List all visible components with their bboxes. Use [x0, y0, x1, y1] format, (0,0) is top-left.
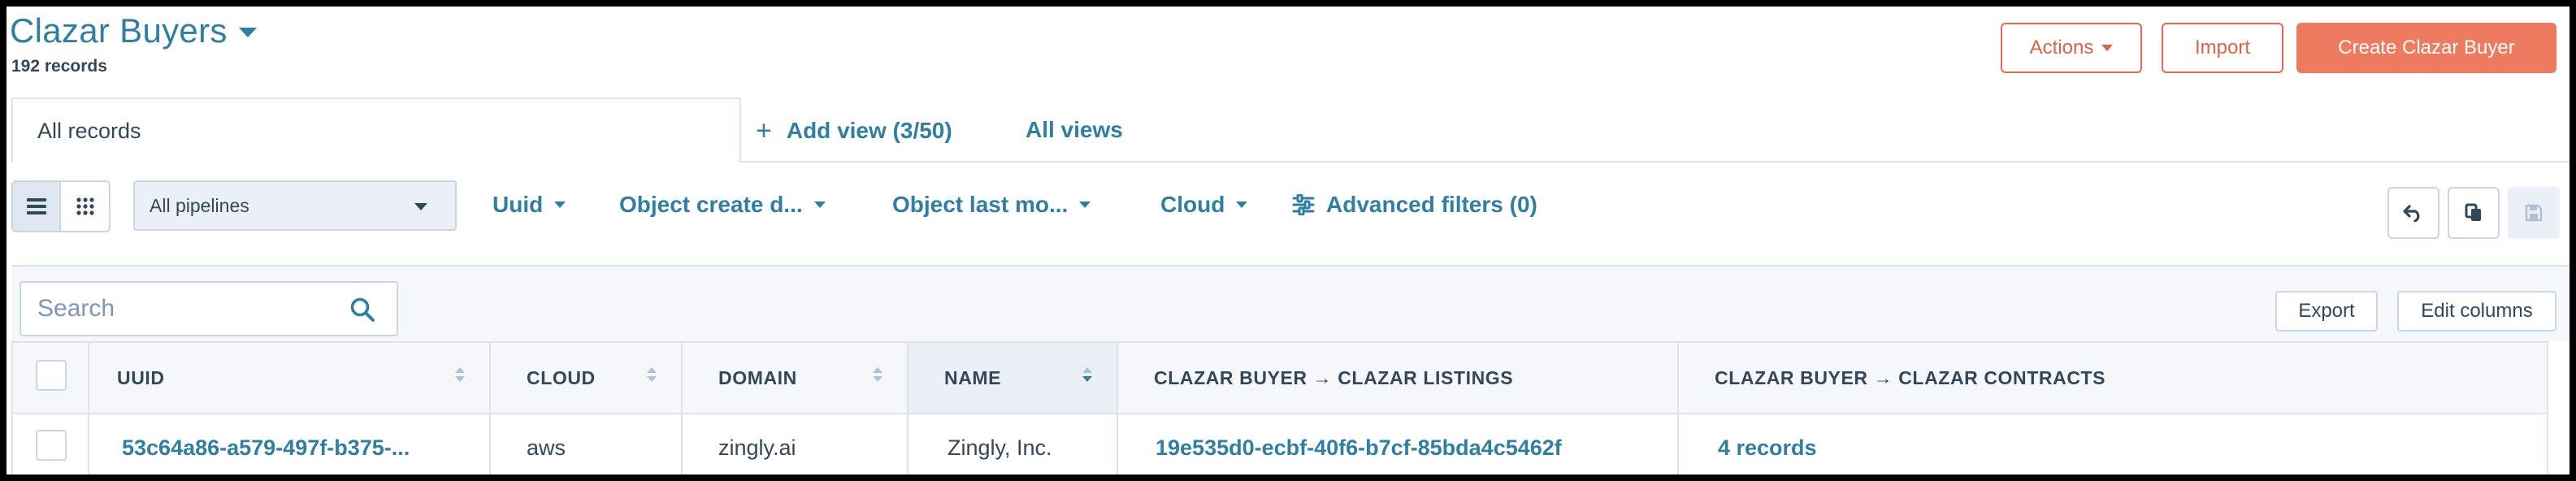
view-toggle [11, 180, 111, 232]
filter-label: Object create d... [619, 192, 803, 217]
row-select-cell [11, 414, 89, 474]
filter-object-last-modified[interactable]: Object last mo... [892, 192, 1091, 218]
column-label: CLAZAR BUYER → CLAZAR CONTRACTS [1715, 366, 2106, 388]
add-view-button[interactable]: + Add view (3/50) [756, 117, 952, 145]
actions-label: Actions [2029, 37, 2094, 58]
plus-icon: + [756, 115, 772, 146]
table-toolbar: Export Edit columns [11, 265, 2569, 341]
column-header-domain[interactable]: DOMAIN [681, 341, 909, 414]
sliders-icon [1292, 194, 1315, 215]
chevron-down-icon [414, 203, 427, 210]
filter-uuid[interactable]: Uuid [492, 192, 566, 218]
sort-icon[interactable] [647, 367, 657, 382]
board-view-button[interactable] [61, 182, 109, 231]
grid-view-icon [76, 197, 94, 215]
column-label: NAME [944, 366, 1002, 388]
chevron-down-icon [554, 202, 566, 208]
records-table: UUID CLOUD DOMAIN NAME CLAZAR BUYER → CL… [11, 341, 2548, 474]
app-window: Clazar Buyers 192 records Actions Import… [7, 6, 2569, 474]
column-header-cloud[interactable]: CLOUD [489, 341, 683, 414]
pipeline-select[interactable]: All pipelines [133, 180, 457, 231]
cell-listings-link[interactable]: 19e535d0-ecbf-40f6-b7cf-85bda4c5462f [1117, 414, 1679, 474]
filter-label: Cloud [1160, 192, 1225, 217]
cell-contracts-link[interactable]: 4 records [1677, 414, 2548, 474]
cell-cloud: aws [489, 414, 683, 474]
column-header-contracts[interactable]: CLAZAR BUYER → CLAZAR CONTRACTS [1677, 341, 2548, 414]
tab-all-records[interactable]: All records [11, 98, 741, 162]
clone-view-button[interactable] [2448, 187, 2500, 239]
advanced-filters-label: Advanced filters (0) [1326, 192, 1537, 217]
filter-label: Object last mo... [892, 192, 1069, 217]
select-all-cell [11, 341, 89, 414]
table-header-row: UUID CLOUD DOMAIN NAME CLAZAR BUYER → CL… [11, 341, 2548, 414]
list-view-icon [26, 198, 46, 214]
row-checkbox[interactable] [36, 430, 67, 461]
import-label: Import [2194, 37, 2250, 58]
undo-button[interactable] [2387, 187, 2439, 239]
save-icon [2525, 204, 2543, 222]
all-views-label: All views [1026, 117, 1123, 142]
create-label: Create Clazar Buyer [2338, 37, 2515, 58]
list-view-button[interactable] [13, 182, 62, 231]
all-views-link[interactable]: All views [1026, 117, 1123, 143]
copy-icon [2465, 203, 2481, 221]
filter-label: Uuid [492, 192, 544, 217]
column-header-listings[interactable]: CLAZAR BUYER → CLAZAR LISTINGS [1117, 341, 1679, 414]
column-label: CLAZAR BUYER → CLAZAR LISTINGS [1154, 366, 1514, 388]
search-icon[interactable] [349, 297, 375, 323]
tab-label: All records [37, 118, 141, 143]
column-header-name[interactable]: NAME [907, 341, 1118, 414]
edit-columns-button[interactable]: Edit columns [2397, 291, 2556, 332]
export-button[interactable]: Export [2275, 291, 2378, 332]
tabs-divider [741, 161, 2569, 162]
table-row: 53c64a86-a579-497f-b375-... aws zingly.a… [11, 414, 2548, 474]
cell-uuid[interactable]: 53c64a86-a579-497f-b375-... [88, 414, 491, 474]
import-button[interactable]: Import [2162, 23, 2283, 73]
column-header-uuid[interactable]: UUID [88, 341, 491, 414]
filter-cloud[interactable]: Cloud [1160, 192, 1248, 218]
add-view-label: Add view (3/50) [786, 118, 952, 143]
undo-icon [2403, 205, 2420, 222]
chevron-down-icon [1236, 202, 1248, 208]
page-title[interactable]: Clazar Buyers [10, 11, 228, 50]
sort-icon[interactable] [873, 367, 883, 382]
pipeline-value: All pipelines [150, 194, 249, 216]
actions-button[interactable]: Actions [2001, 23, 2142, 73]
cell-name: Zingly, Inc. [907, 414, 1118, 474]
edit-columns-label: Edit columns [2421, 300, 2533, 322]
cell-domain: zingly.ai [681, 414, 909, 474]
column-label: DOMAIN [718, 366, 797, 388]
save-view-button[interactable] [2508, 187, 2560, 239]
chevron-down-icon [813, 202, 826, 208]
column-label: CLOUD [527, 366, 596, 388]
column-label: UUID [117, 366, 165, 388]
sort-descending-icon[interactable] [1082, 367, 1092, 382]
sort-icon[interactable] [455, 367, 465, 382]
advanced-filters-button[interactable]: Advanced filters (0) [1292, 192, 1537, 218]
chevron-down-icon [1079, 202, 1091, 208]
filter-object-create-date[interactable]: Object create d... [619, 192, 826, 218]
chevron-down-icon[interactable] [238, 28, 257, 37]
search-input[interactable] [37, 295, 330, 323]
select-all-checkbox[interactable] [36, 360, 67, 391]
page-title-dropdown[interactable]: Clazar Buyers [10, 11, 257, 50]
search-field[interactable] [20, 281, 398, 336]
chevron-down-icon [2101, 45, 2114, 51]
export-label: Export [2298, 300, 2355, 322]
create-record-button[interactable]: Create Clazar Buyer [2296, 23, 2556, 73]
record-count: 192 records [11, 57, 107, 76]
